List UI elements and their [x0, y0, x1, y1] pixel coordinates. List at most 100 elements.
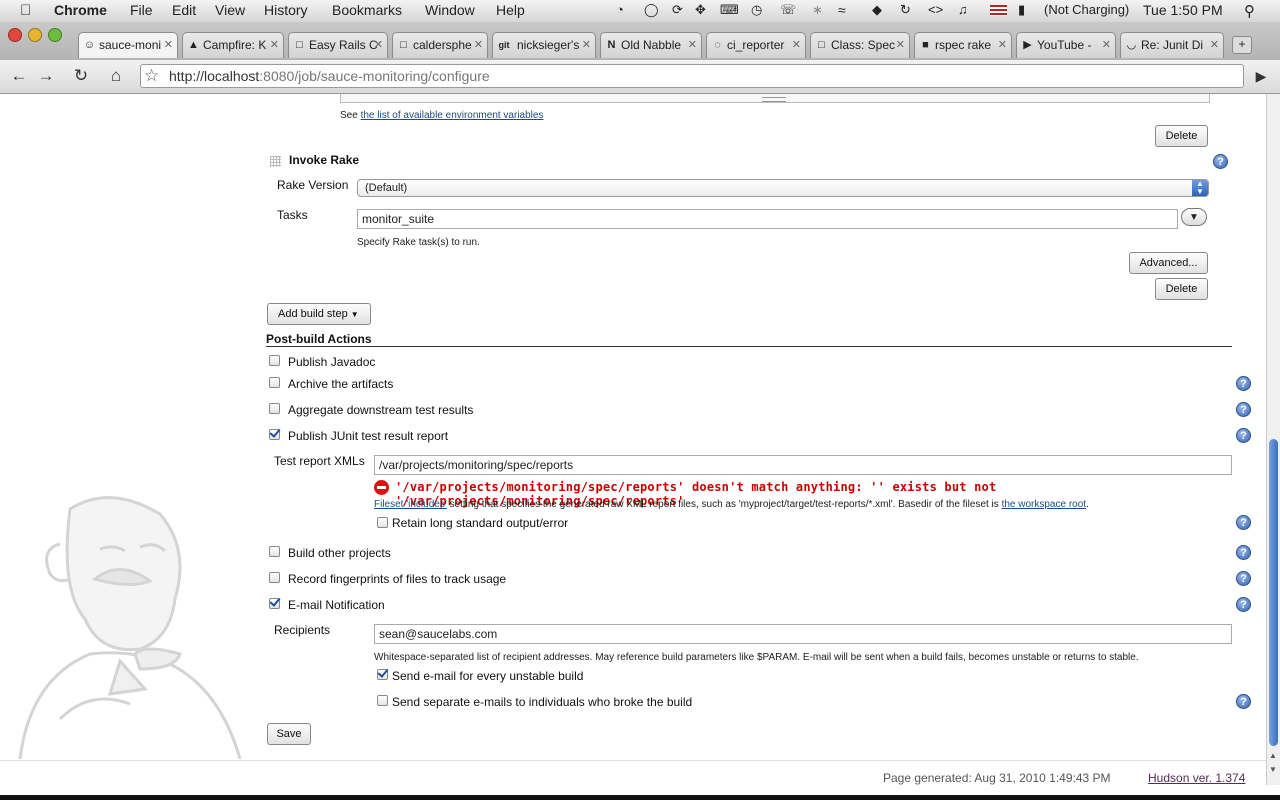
bookmark-star-icon[interactable]: ☆	[144, 66, 159, 86]
tab-favicon-icon: □	[400, 39, 407, 51]
close-tab-icon[interactable]: ✕	[896, 38, 905, 51]
zoom-window-icon[interactable]	[48, 28, 62, 42]
help-icon[interactable]: ?	[1236, 515, 1251, 530]
menu-clock[interactable]: Tue 1:50 PM	[1143, 2, 1223, 18]
publish-javadoc-checkbox[interactable]	[269, 355, 280, 366]
build-other-checkbox[interactable]	[269, 546, 280, 557]
add-build-step-button[interactable]: Add build step ▼	[267, 303, 371, 325]
time-machine-icon[interactable]: ◔	[616, 2, 624, 17]
help-icon[interactable]: ?	[1236, 545, 1251, 560]
battery-icon[interactable]: ▮	[1018, 2, 1025, 18]
menu-help[interactable]: Help	[496, 2, 525, 18]
browser-tab[interactable]: ■ rspec rake ✕	[914, 32, 1012, 58]
browser-tab[interactable]: ▲ Campfire: K ✕	[182, 32, 284, 58]
clock-icon[interactable]: ◷	[751, 2, 762, 18]
close-tab-icon[interactable]: ✕	[164, 38, 173, 51]
scroll-down-arrow-icon[interactable]: ▼	[1269, 765, 1277, 774]
save-button[interactable]: Save	[267, 723, 311, 745]
address-bar[interactable]: ☆ http://localhost:8080/job/sauce-monito…	[140, 64, 1244, 88]
chat-icon[interactable]: ◯	[644, 2, 659, 18]
forward-arrow-icon[interactable]: →	[35, 65, 57, 87]
retain-output-checkbox[interactable]	[377, 517, 388, 528]
browser-tab[interactable]: N Old Nabble ✕	[600, 32, 702, 58]
record-fingerprints-checkbox[interactable]	[269, 572, 280, 583]
close-tab-icon[interactable]: ✕	[1210, 38, 1219, 51]
browser-tab[interactable]: ◡ Re: Junit Di ✕	[1120, 32, 1224, 58]
vertical-scrollbar[interactable]: ▲ ▼	[1266, 94, 1280, 785]
close-tab-icon[interactable]: ✕	[270, 38, 279, 51]
close-tab-icon[interactable]: ✕	[792, 38, 801, 51]
menu-window[interactable]: Window	[425, 2, 475, 18]
close-tab-icon[interactable]: ✕	[474, 38, 483, 51]
move-icon[interactable]: ✥	[695, 2, 706, 18]
delete-shell-step-button[interactable]: Delete	[1155, 125, 1208, 147]
browser-tab[interactable]: □ Easy Rails C ✕	[288, 32, 388, 58]
email-notification-checkbox[interactable]	[269, 598, 280, 609]
scrollbar-thumb[interactable]	[1269, 439, 1278, 746]
close-tab-icon[interactable]: ✕	[1102, 38, 1111, 51]
resize-grip-icon[interactable]	[762, 97, 786, 102]
help-icon[interactable]: ?	[1236, 376, 1251, 391]
aggregate-downstream-checkbox[interactable]	[269, 403, 280, 414]
menu-app-name[interactable]: Chrome	[54, 2, 107, 18]
spotlight-icon[interactable]: ⚲	[1244, 2, 1255, 20]
reload-icon[interactable]: ↻	[70, 65, 92, 87]
battery-status[interactable]: (Not Charging)	[1044, 2, 1129, 17]
wifi-icon[interactable]: ≈	[838, 2, 846, 18]
expand-textbox-button[interactable]: ▼	[1181, 208, 1207, 226]
help-icon[interactable]: ?	[1236, 571, 1251, 586]
close-tab-icon[interactable]: ✕	[582, 38, 591, 51]
help-icon[interactable]: ?	[1236, 597, 1251, 612]
drag-handle-icon[interactable]	[270, 156, 281, 167]
close-window-icon[interactable]	[8, 28, 22, 42]
menu-file[interactable]: File	[130, 2, 153, 18]
delete-rake-step-button[interactable]: Delete	[1155, 278, 1208, 300]
back-arrow-icon[interactable]: ←	[8, 65, 30, 87]
advanced-button[interactable]: Advanced...	[1129, 252, 1208, 274]
menu-edit[interactable]: Edit	[172, 2, 196, 18]
hudson-version-link[interactable]: Hudson ver. 1.374	[1148, 771, 1245, 785]
home-icon[interactable]: ⌂	[105, 65, 127, 87]
help-icon[interactable]: ?	[1213, 154, 1228, 169]
phone-icon[interactable]: ☏	[780, 2, 796, 18]
browser-tab[interactable]: □ caldersphe ✕	[392, 32, 488, 58]
browser-tab[interactable]: ▶ YouTube - ✕	[1016, 32, 1116, 58]
help-icon[interactable]: ?	[1236, 402, 1251, 417]
send-separate-checkbox[interactable]	[377, 695, 388, 706]
us-flag-icon[interactable]	[990, 5, 1007, 16]
minimize-window-icon[interactable]	[28, 28, 42, 42]
tasks-input[interactable]: monitor_suite	[357, 209, 1178, 229]
browser-tab[interactable]: git nicksieger's ✕	[492, 32, 596, 58]
menu-history[interactable]: History	[264, 2, 308, 18]
close-tab-icon[interactable]: ✕	[374, 38, 383, 51]
code-icon[interactable]: <>	[928, 2, 943, 17]
test-report-input[interactable]: /var/projects/monitoring/spec/reports	[374, 455, 1232, 475]
menu-view[interactable]: View	[215, 2, 245, 18]
close-tab-icon[interactable]: ✕	[688, 38, 697, 51]
send-unstable-checkbox[interactable]	[377, 669, 388, 680]
page-menu-icon[interactable]: ▶	[1250, 65, 1272, 87]
browser-tab[interactable]: ☺ sauce-moni ✕	[78, 32, 178, 58]
publish-junit-checkbox[interactable]	[269, 429, 280, 440]
new-tab-button[interactable]: +	[1232, 36, 1252, 54]
browser-tab[interactable]: ◌ ci_reporter ✕	[706, 32, 806, 58]
volume-icon[interactable]: ♫	[958, 2, 968, 17]
refresh-icon[interactable]: ↻	[900, 2, 911, 18]
workspace-root-link[interactable]: the workspace root	[1002, 499, 1087, 510]
env-vars-link[interactable]: the list of available environment variab…	[361, 110, 544, 121]
apple-icon[interactable]: 	[20, 2, 31, 19]
sync-icon[interactable]: ⟳	[672, 2, 683, 18]
archive-artifacts-checkbox[interactable]	[269, 377, 280, 388]
help-icon[interactable]: ?	[1236, 694, 1251, 709]
keyboard-icon[interactable]: ⌨	[720, 2, 739, 18]
rake-version-select[interactable]: (Default) ▲ ▼	[357, 179, 1209, 197]
scroll-up-arrow-icon[interactable]: ▲	[1269, 751, 1277, 760]
dropbox-icon[interactable]: ◆	[872, 2, 882, 18]
recipients-input[interactable]: sean@saucelabs.com	[374, 624, 1232, 644]
fileset-link[interactable]: Fileset 'includes'	[374, 499, 447, 510]
help-icon[interactable]: ?	[1236, 428, 1251, 443]
browser-tab[interactable]: □ Class: Spec ✕	[810, 32, 910, 58]
close-tab-icon[interactable]: ✕	[998, 38, 1007, 51]
menu-bookmarks[interactable]: Bookmarks	[332, 2, 402, 18]
bluetooth-icon[interactable]: ∗	[812, 2, 823, 18]
